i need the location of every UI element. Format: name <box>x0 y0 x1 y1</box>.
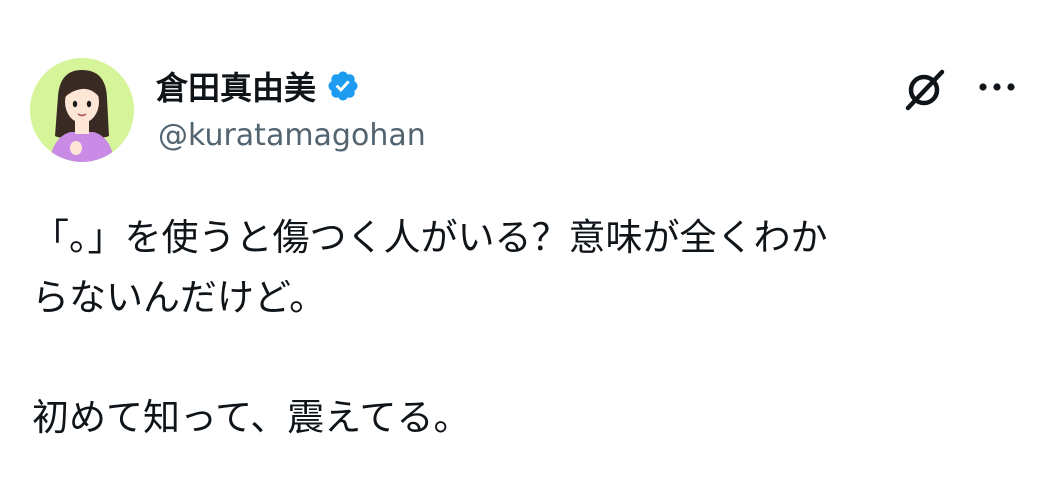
avatar[interactable] <box>30 58 134 162</box>
tweet-text-line: 「。」を使うと傷つく人がいる？意味が全くわか <box>32 216 828 259</box>
tweet-text-line: 初めて知って、震えてる。 <box>32 396 471 439</box>
author-name-row: 倉田真由美 <box>156 64 360 108</box>
more-options-icon[interactable] <box>975 72 1019 102</box>
author-handle[interactable]: @kuratamagohan <box>158 118 426 153</box>
tweet-text: 「。」を使うと傷つく人がいる？意味が全くわか らないんだけど。 初めて知って、震… <box>32 208 1022 448</box>
tweet-card: 倉田真由美 @kuratamagohan 「。」を使うと傷つく人がいる？意味が全… <box>0 0 1051 495</box>
tweet-text-line: らないんだけど。 <box>32 276 327 319</box>
verified-badge-icon[interactable] <box>326 69 360 103</box>
grok-icon[interactable] <box>900 64 950 114</box>
paragraph-break <box>32 328 1022 388</box>
avatar-illustration-woman <box>30 58 134 162</box>
author-display-name[interactable]: 倉田真由美 <box>156 63 316 109</box>
